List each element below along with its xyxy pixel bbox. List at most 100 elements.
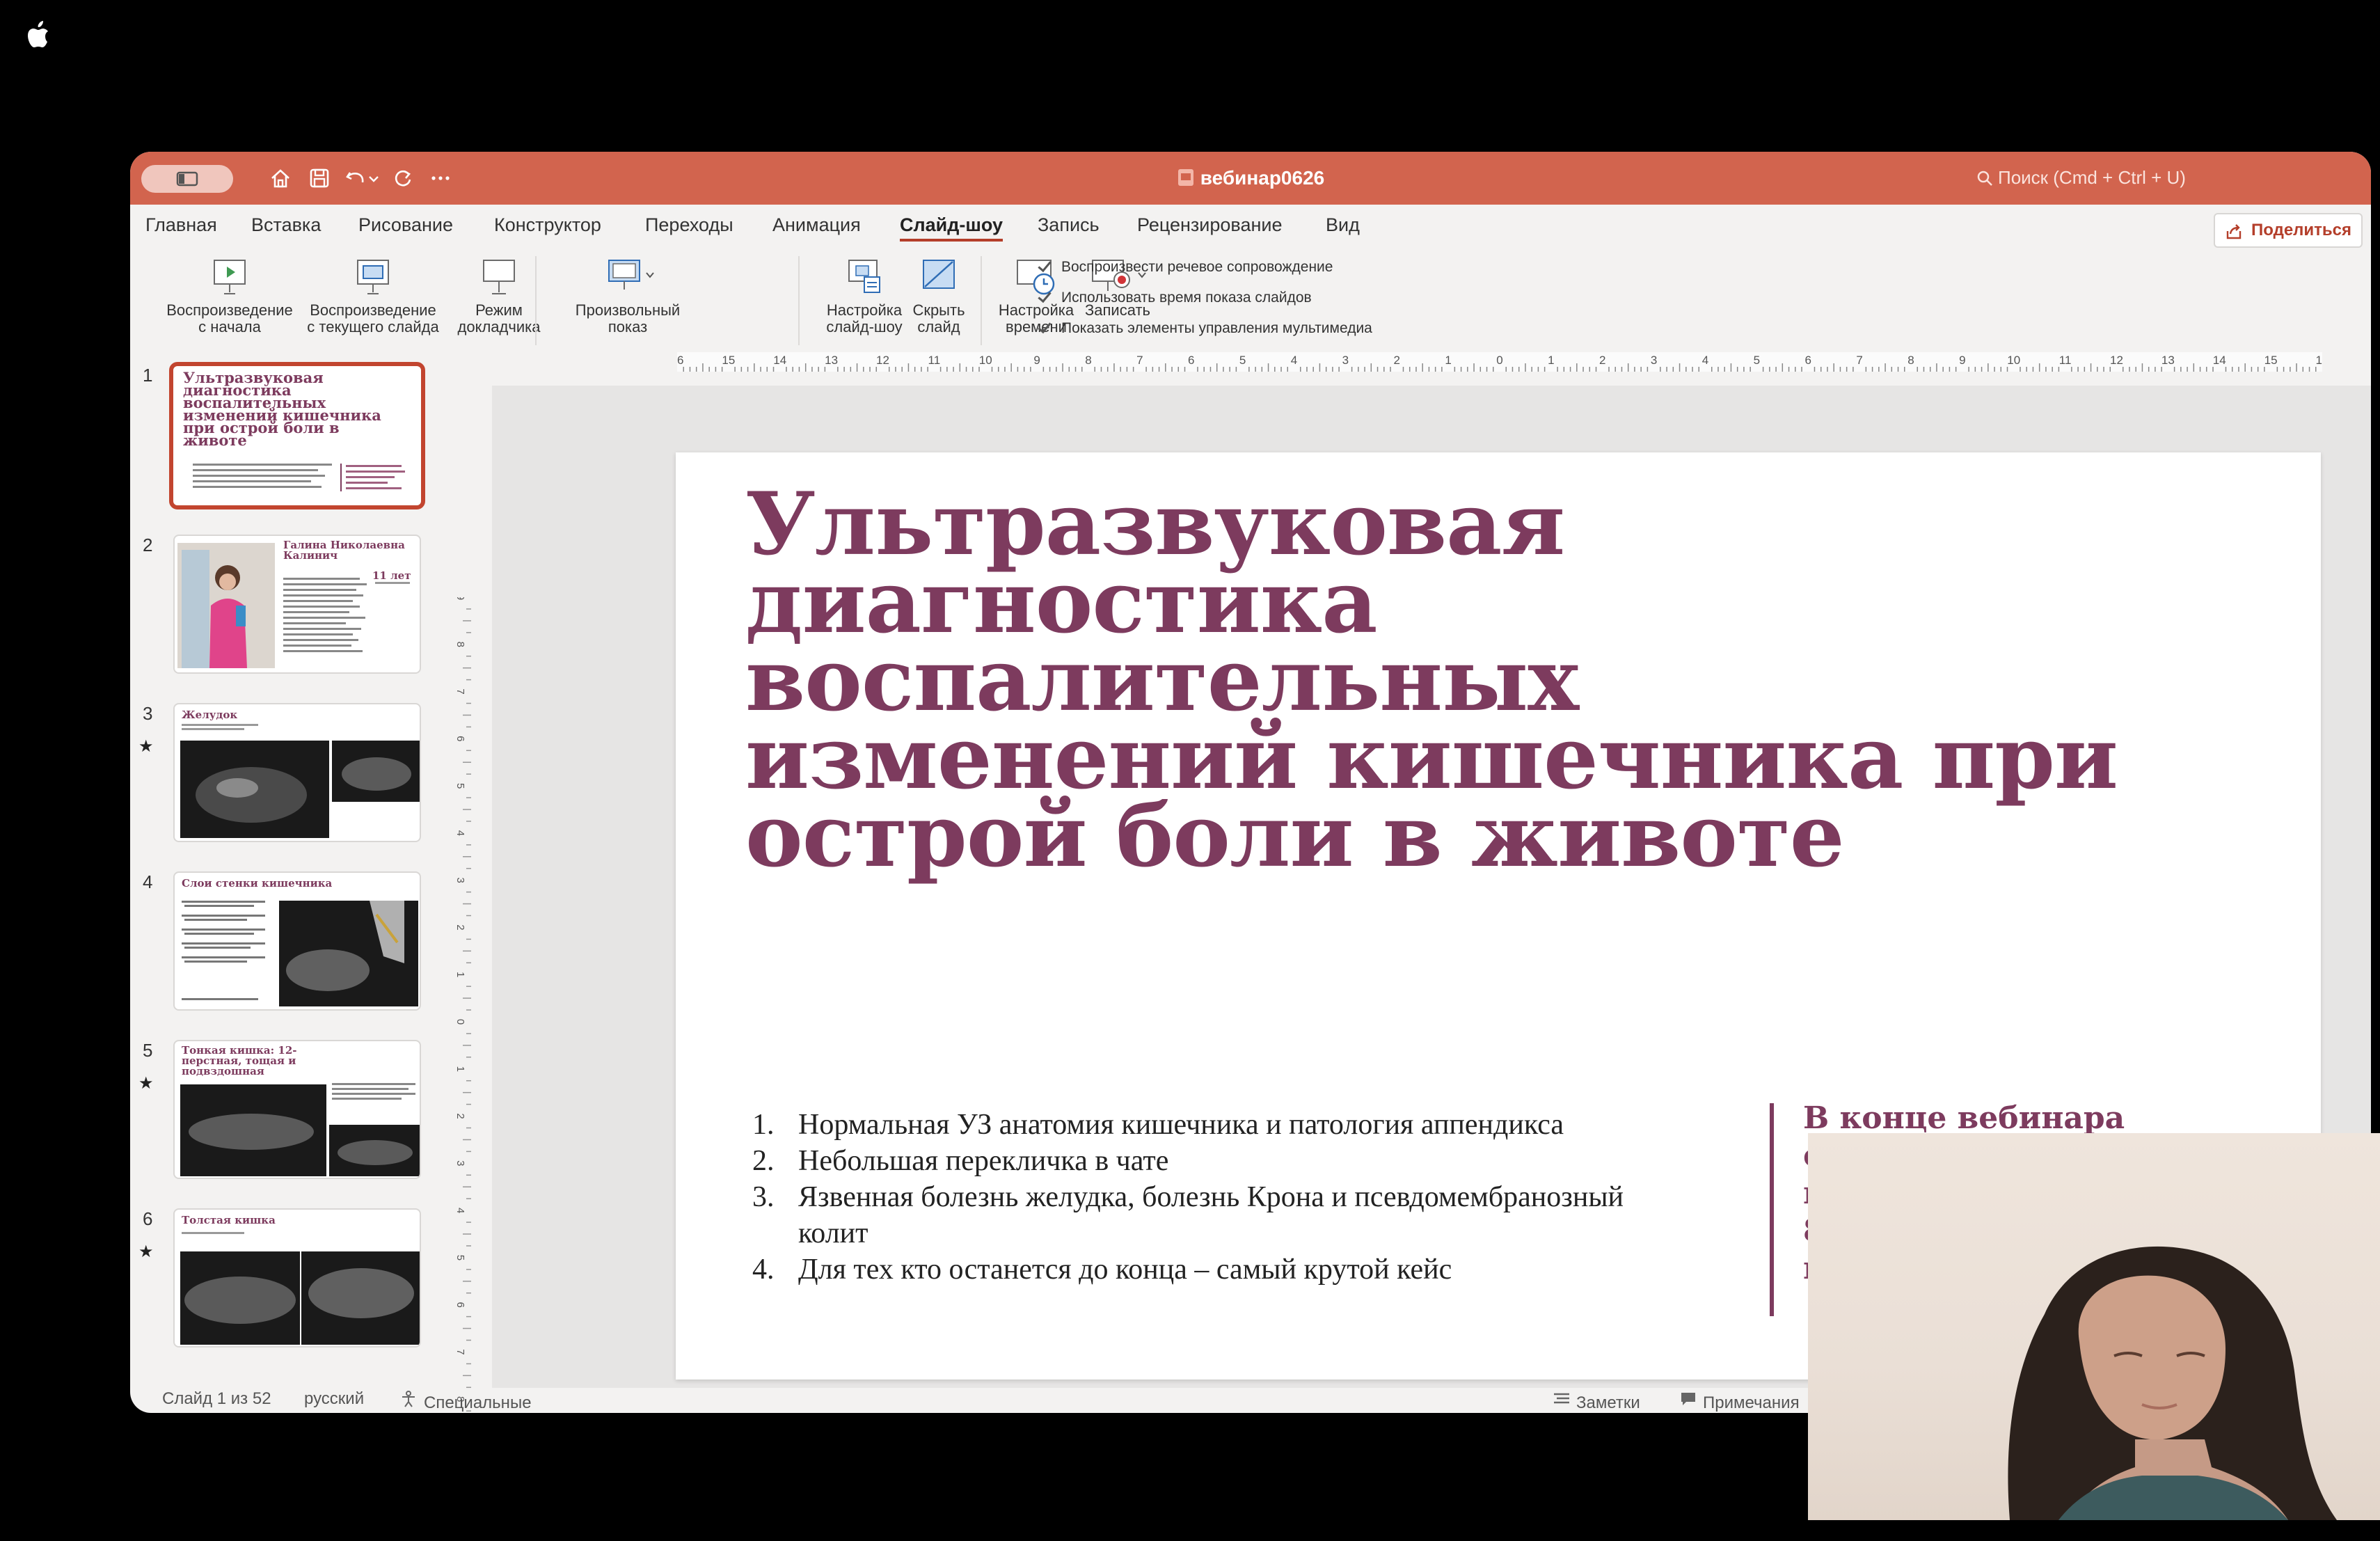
list-text: Небольшая перекличка в чате	[798, 1145, 1169, 1177]
custom-show-icon	[608, 260, 654, 290]
show-media-controls-checkbox[interactable]: Показать элементы управления мультимедиа	[1036, 320, 1372, 337]
tab-draw[interactable]: Рисование	[358, 214, 453, 236]
tab-animations[interactable]: Анимация	[772, 214, 861, 236]
ruler-label: 5	[1239, 354, 1246, 367]
accessibility-status[interactable]: Специальные возможности: все в порядке	[400, 1389, 532, 1412]
hide-slide-icon	[923, 260, 955, 289]
ribbon-separator	[981, 256, 982, 345]
ruler-label: 14	[2213, 354, 2226, 367]
slide-thumbnail-5[interactable]: Тонкая кишка: 12-перстная, тощая и подвз…	[173, 1040, 421, 1179]
presentation-file-icon	[1177, 169, 1193, 186]
presenter-view-icon	[483, 260, 515, 294]
list-number: 2.	[752, 1145, 775, 1177]
thumbnail-number: 5	[143, 1040, 153, 1061]
comments-button[interactable]: Примечания	[1679, 1389, 1800, 1412]
slide-thumbnail-3[interactable]: Желудок	[173, 703, 421, 842]
ruler-label: 8	[1085, 354, 1091, 367]
slide-thumbnail-1[interactable]: Ультразвуковая диагностика воспалительны…	[169, 362, 425, 509]
checkmark-icon	[1036, 259, 1052, 274]
ruler-label: 5	[1754, 354, 1760, 367]
ruler-label: 4	[454, 830, 466, 836]
ruler-label: 5	[454, 783, 466, 789]
thumbnail-number: 3	[143, 703, 153, 724]
ruler-label: 16	[677, 354, 683, 367]
ruler-label: 9	[1033, 354, 1040, 367]
ruler-label: 9	[1959, 354, 1965, 367]
list-item: 1. Нормальная УЗ анатомия кишечника и пат…	[752, 1107, 1671, 1143]
comments-label: Примечания	[1703, 1393, 1800, 1412]
hide-slide-button[interactable]: Скрыть слайд	[904, 256, 974, 335]
play-narrations-checkbox[interactable]: Воспроизвести речевое сопровождение	[1036, 259, 1333, 276]
share-button[interactable]: Поделиться	[2214, 213, 2363, 248]
thumbnail-3-content	[180, 724, 420, 838]
show-media-controls-label: Показать элементы управления мультимедиа	[1061, 320, 1372, 336]
ruler-label: 15	[722, 354, 735, 367]
slide-thumbnail-4[interactable]: Слои стенки кишечника	[173, 871, 421, 1011]
list-item: 3. Язвенная болезнь желудка, болезнь Крон…	[752, 1179, 1671, 1251]
ruler-label: 6	[454, 1302, 466, 1307]
tab-review[interactable]: Рецензирование	[1137, 214, 1283, 236]
ruler-label: 1	[454, 972, 466, 977]
search-placeholder: Поиск (Cmd + Ctrl + U)	[1998, 167, 2186, 188]
slide-agenda-list[interactable]: 1. Нормальная УЗ анатомия кишечника и пат…	[752, 1107, 1671, 1288]
animation-star-icon: ★	[138, 1242, 154, 1261]
ruler-label: 7	[1136, 354, 1143, 367]
ruler-label: 8	[454, 642, 466, 647]
apple-menu-icon[interactable]	[25, 19, 53, 52]
ruler-label: 15	[2264, 354, 2278, 367]
horizontal-ruler: 1615141312111098765432101234567891011121…	[677, 352, 2322, 372]
setup-slideshow-icon	[848, 260, 880, 293]
ruler-label: 3	[454, 1160, 466, 1166]
tab-transitions[interactable]: Переходы	[645, 214, 733, 236]
animation-star-icon: ★	[138, 737, 154, 756]
list-number: 1.	[752, 1109, 775, 1141]
comments-icon	[1681, 1393, 1695, 1405]
animation-star-icon: ★	[138, 1074, 154, 1093]
tab-record[interactable]: Запись	[1038, 214, 1100, 236]
ruler-label: 11	[928, 354, 941, 367]
thumbnail-number: 4	[143, 871, 153, 892]
tab-home[interactable]: Главная	[145, 214, 217, 236]
list-text: Язвенная болезнь желудка, болезнь Крона …	[798, 1181, 1624, 1249]
tab-insert[interactable]: Вставка	[251, 214, 321, 236]
ruler-label: 7	[1856, 354, 1862, 367]
search-icon	[1977, 171, 1992, 186]
list-item: 4. Для тех кто останется до конца – самый…	[752, 1251, 1671, 1288]
share-label: Поделиться	[2251, 221, 2352, 239]
list-item: 2. Небольшая перекличка в чате	[752, 1143, 1671, 1179]
slide-thumbnail-6[interactable]: Толстая кишка	[173, 1208, 421, 1348]
language-indicator[interactable]: русский	[304, 1389, 364, 1409]
ruler-label: 13	[2161, 354, 2175, 367]
ruler-label: 10	[979, 354, 992, 367]
ruler-label: 1	[1445, 354, 1451, 367]
notes-button[interactable]: Заметки	[1553, 1389, 1640, 1412]
thumbnail-number: 2	[143, 535, 153, 555]
ruler-label: 0	[1496, 354, 1502, 367]
use-timings-label: Использовать время показа слайдов	[1061, 290, 1312, 306]
tab-slideshow[interactable]: Слайд-шоу	[900, 214, 1003, 242]
search-field[interactable]: Поиск (Cmd + Ctrl + U)	[1976, 167, 2186, 189]
list-number: 3.	[752, 1181, 775, 1213]
ruler-label: 12	[2110, 354, 2123, 367]
notes-label: Заметки	[1576, 1393, 1640, 1412]
accent-divider	[1770, 1103, 1774, 1316]
checkmark-icon	[1036, 290, 1052, 305]
ruler-label: 5	[454, 1255, 466, 1261]
use-timings-checkbox[interactable]: Использовать время показа слайдов	[1036, 290, 1312, 306]
tab-design[interactable]: Конструктор	[494, 214, 601, 236]
ruler-label: 7	[454, 688, 466, 694]
title-bar: вебинар0626 Поиск (Cmd + Ctrl + U)	[130, 152, 2371, 205]
webcam-video-overlay	[1808, 1133, 2380, 1520]
ruler-label: 6	[454, 736, 466, 741]
tab-view[interactable]: Вид	[1326, 214, 1360, 236]
ribbon-separator	[798, 256, 800, 345]
thumbnail-5-content	[180, 1083, 420, 1176]
hide-slide-label-2: слайд	[917, 318, 960, 335]
play-from-current-icon	[357, 260, 389, 294]
slide-title[interactable]: Ультразвуковая диагностика воспалительны…	[745, 482, 2123, 880]
ruler-label: 2	[1394, 354, 1400, 367]
ruler-label: 4	[1702, 354, 1708, 367]
slide-thumbnail-2[interactable]: Галина Николаевна Калинич 11 лет	[173, 535, 421, 674]
list-number: 4.	[752, 1254, 775, 1286]
custom-show-button[interactable]: Произвольный показ	[548, 256, 708, 335]
